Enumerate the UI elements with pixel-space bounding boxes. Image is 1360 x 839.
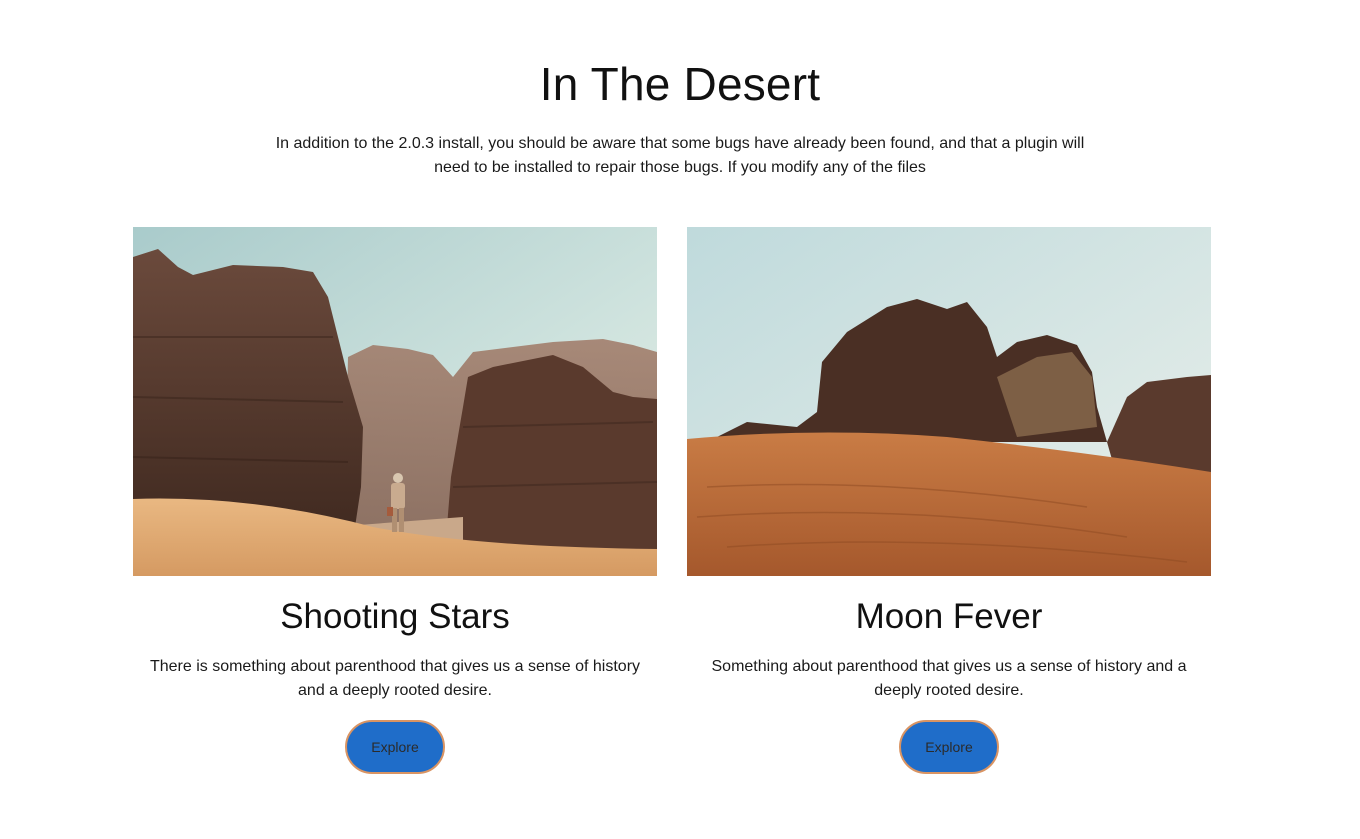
- card-image-desert-dune: [687, 227, 1211, 576]
- card-moon-fever: Moon Fever Something about parenthood th…: [687, 227, 1211, 787]
- desert-dune-photo: [687, 227, 1211, 576]
- page-title: In The Desert: [539, 58, 821, 110]
- section-intro: In addition to the 2.0.3 install, you sh…: [275, 135, 1085, 176]
- explore-button[interactable]: Explore: [899, 720, 999, 774]
- card-description: Something about parenthood that gives us…: [711, 658, 1187, 699]
- card-title: Shooting Stars: [280, 597, 510, 636]
- explore-button[interactable]: Explore: [345, 720, 445, 774]
- desert-section: In The Desert In addition to the 2.0.3 i…: [0, 0, 1360, 839]
- card-title: Moon Fever: [855, 597, 1043, 636]
- card-image-desert-canyon: [133, 227, 657, 576]
- card-description: There is something about parenthood that…: [149, 658, 641, 699]
- desert-canyon-photo: [133, 227, 657, 576]
- card-shooting-stars: Shooting Stars There is something about …: [133, 227, 657, 787]
